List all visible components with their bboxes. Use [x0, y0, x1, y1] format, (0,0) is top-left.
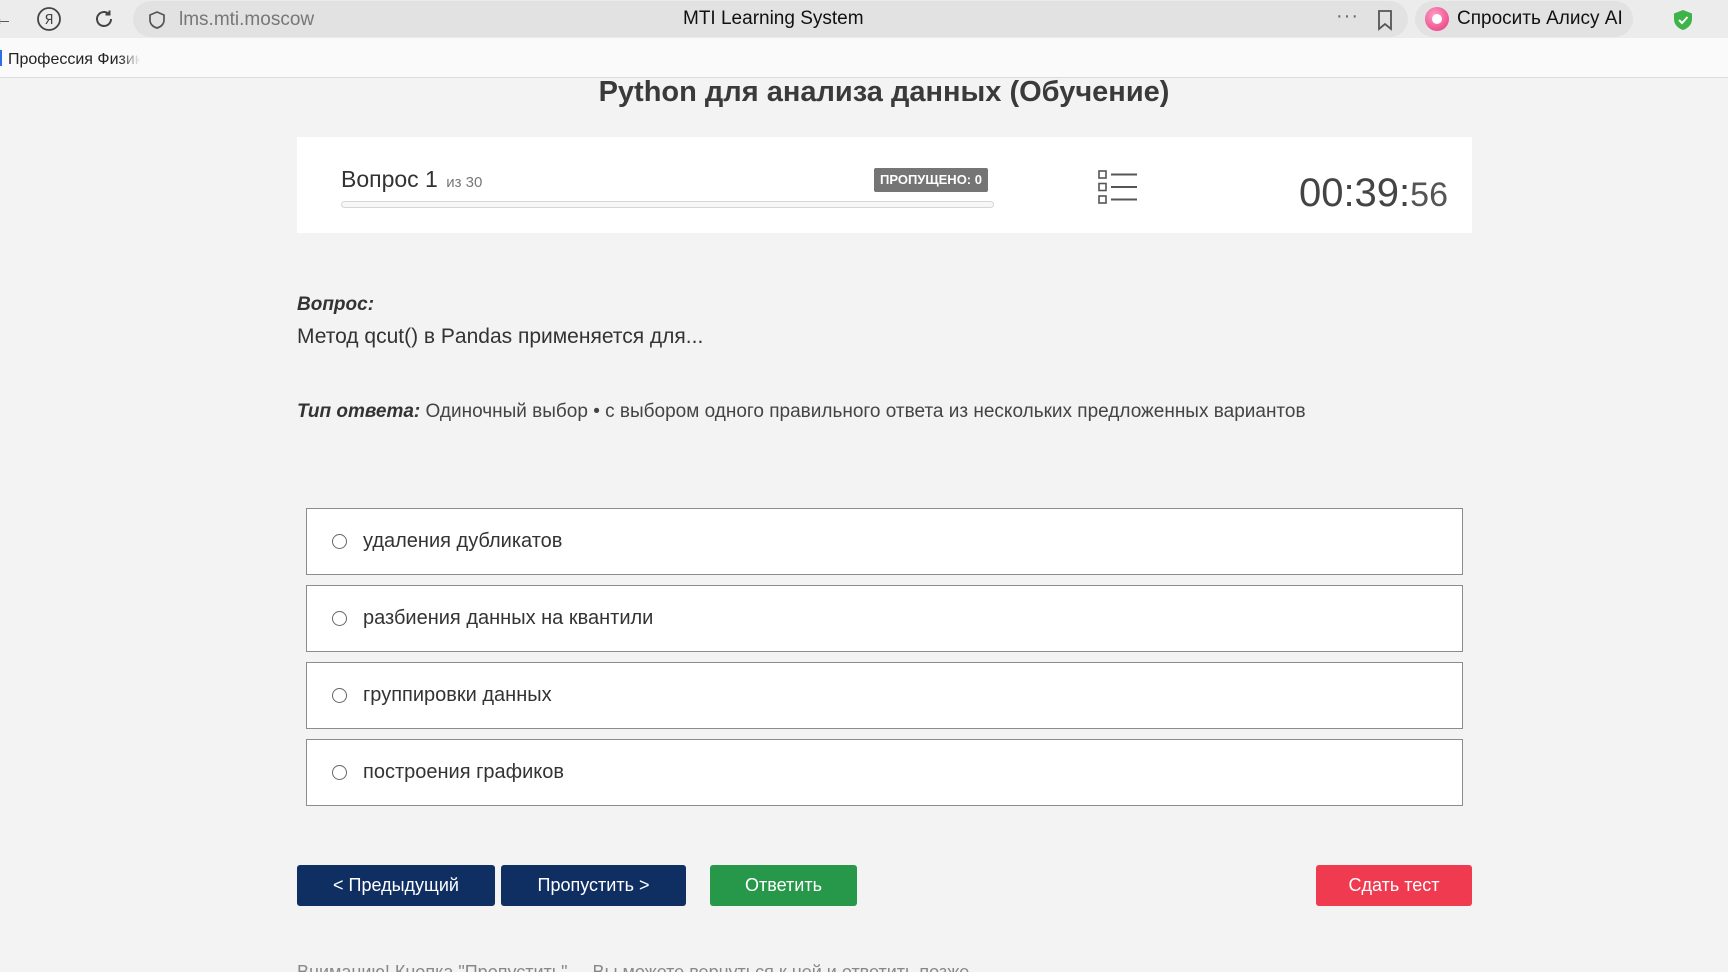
timer-hours-minutes: 00:39:: [1298, 171, 1411, 215]
footer-note: Вниманию! Кнопка "Пропустить" ... Вы мож…: [297, 955, 1197, 972]
url-text: lms.mti.moscow: [179, 9, 315, 30]
answer-option[interactable]: разбиения данных на квантили: [306, 585, 1463, 652]
svg-text:Я: Я: [44, 13, 53, 28]
question-total: из 30: [446, 174, 483, 191]
protect-shield-icon[interactable]: [1671, 8, 1695, 32]
answer-type-label: Тип ответа:: [297, 401, 421, 422]
ask-alice-button[interactable]: Спросить Алису AI: [1415, 1, 1633, 37]
bookmark-icon[interactable]: [1375, 9, 1395, 31]
progress-bar: [341, 201, 994, 208]
answer-option[interactable]: удаления дубликатов: [306, 508, 1463, 575]
answer-option-text: удаления дубликатов: [363, 530, 563, 552]
question-number: Вопрос 1 из 30: [341, 166, 482, 193]
answer-type-text: Одиночный выбор • с выбором одного прави…: [420, 401, 1306, 422]
question-text: Метод qcut() в Pandas применяется для...: [297, 325, 704, 348]
answer-option-text: разбиения данных на квантили: [363, 607, 654, 629]
question-list-icon[interactable]: [1098, 169, 1138, 205]
yandex-logo-icon: Я: [37, 7, 61, 31]
timer-seconds: 56: [1410, 176, 1448, 214]
bookmarks-bar: Профессия Физик: [0, 38, 1728, 78]
back-icon[interactable]: ←: [0, 4, 18, 34]
answer-button[interactable]: Ответить: [710, 865, 857, 906]
answer-option-text: построения графиков: [363, 761, 564, 783]
radio-button[interactable]: [332, 688, 347, 703]
browser-toolbar: ← Я lms.mti.moscow MTI Learning System ·…: [0, 0, 1728, 38]
tab-page-title: MTI Learning System: [683, 8, 864, 29]
bookmark-favicon: [0, 50, 2, 66]
answer-option[interactable]: построения графиков: [306, 739, 1463, 806]
address-bar[interactable]: lms.mti.moscow MTI Learning System ···: [133, 1, 1408, 37]
answer-option[interactable]: группировки данных: [306, 662, 1463, 729]
skip-button[interactable]: Пропустить >: [501, 865, 686, 906]
radio-button[interactable]: [332, 611, 347, 626]
answer-option-text: группировки данных: [363, 684, 552, 706]
radio-button[interactable]: [332, 765, 347, 780]
question-number-label: Вопрос 1: [341, 166, 438, 192]
footer-note-text: Вниманию! Кнопка "Пропустить" ... Вы мож…: [297, 962, 970, 972]
course-title: Python для анализа данных (Обучение): [598, 76, 1170, 108]
radio-button[interactable]: [332, 534, 347, 549]
yandex-icon[interactable]: Я: [34, 4, 64, 34]
skipped-badge: ПРОПУЩЕНО: 0: [874, 168, 988, 192]
more-icon[interactable]: ···: [1336, 5, 1359, 28]
question-header-panel: Вопрос 1 из 30 ПРОПУЩЕНО: 0 00:39:56: [297, 137, 1472, 233]
bookmark-item[interactable]: Профессия Физик: [8, 51, 140, 69]
ask-alice-label: Спросить Алису AI: [1457, 8, 1623, 29]
shield-icon: [149, 11, 165, 29]
reload-icon[interactable]: [89, 4, 119, 34]
alice-icon: [1425, 7, 1449, 31]
countdown-timer: 00:39:56: [1299, 171, 1448, 216]
answer-type: Тип ответа: Одиночный выбор • с выбором …: [297, 401, 1306, 423]
submit-test-button[interactable]: Сдать тест: [1316, 865, 1472, 906]
question-label: Вопрос:: [297, 294, 375, 315]
previous-button[interactable]: < Предыдущий: [297, 865, 495, 906]
